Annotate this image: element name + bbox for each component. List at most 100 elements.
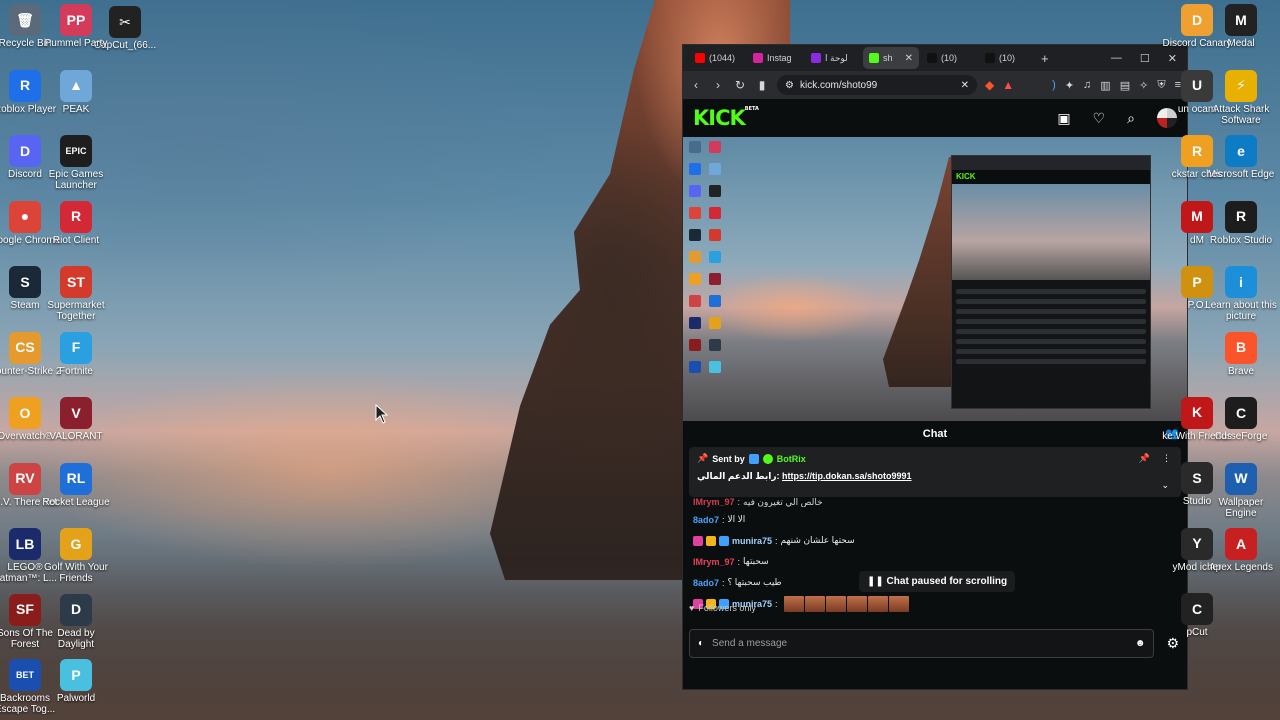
epic-games-launcher-icon: EPIC bbox=[60, 135, 92, 167]
pummel-party-icon: PP bbox=[60, 4, 92, 36]
chat-username[interactable]: 8ado7 bbox=[693, 515, 719, 525]
desktop-icon-riot-client[interactable]: R Riot Client bbox=[39, 200, 113, 257]
desktop-icon-golf-with-your-friends[interactable]: G Golf With Your Friends bbox=[39, 528, 113, 584]
ymod-icher-icon: Y bbox=[1181, 527, 1213, 560]
extensions-icon[interactable]: ✦ bbox=[1065, 79, 1074, 92]
pinned-bot-name[interactable]: BotRix bbox=[777, 454, 806, 464]
sons-of-the-forest-icon: SF bbox=[9, 593, 41, 626]
desktop-icon-studio[interactable]: S Studio bbox=[1160, 462, 1234, 518]
desktop-icon-supermarket-together[interactable]: ST Supermarket Together bbox=[39, 266, 113, 322]
desktop-icon-brave[interactable]: B Brave bbox=[1204, 331, 1278, 388]
site-info-icon[interactable]: ⚙ bbox=[785, 80, 794, 91]
desktop-icon-dm[interactable]: MdM bbox=[1160, 200, 1234, 257]
minimize-button[interactable]: — bbox=[1111, 52, 1122, 65]
tab-favicon-icon bbox=[927, 53, 937, 63]
chat-message[interactable]: munira75: bbox=[693, 593, 1177, 614]
chat-username[interactable]: munira75 bbox=[732, 536, 772, 546]
chat-message[interactable]: IMrym_97: خالص الي تغيرون فيه bbox=[693, 497, 1177, 509]
tab-0[interactable]: (1044) bbox=[689, 47, 745, 69]
desktop-icon-pummel-party[interactable]: PP Pummel Party bbox=[39, 4, 113, 60]
desktop-icon-un-ocam[interactable]: Uun ocam bbox=[1160, 69, 1234, 126]
following-icon[interactable]: ▣ bbox=[1057, 110, 1070, 127]
tab-label: (10) bbox=[999, 53, 1016, 63]
pinned-message[interactable]: 📌 Sent by BotRix رابط الدعم المالي: http… bbox=[689, 447, 1181, 497]
chat-username[interactable]: 8ado7 bbox=[693, 578, 719, 588]
roblox-player-icon: R bbox=[9, 69, 41, 102]
bookmark-icon[interactable]: ▮ bbox=[755, 78, 769, 92]
desktop-icon-fortnite[interactable]: F Fortnite bbox=[39, 331, 113, 388]
tab-4[interactable]: (10) bbox=[921, 47, 977, 69]
valorant-icon: V bbox=[60, 397, 92, 429]
palworld-icon: P bbox=[60, 659, 92, 691]
chat-input[interactable]: ◐ Send a message ☻ bbox=[689, 629, 1155, 658]
back-button[interactable]: ‹ bbox=[689, 78, 703, 92]
peak-icon: ▲ bbox=[60, 69, 92, 102]
chat-header: Chat 👥 bbox=[683, 421, 1187, 447]
chat-message[interactable]: 8ado7: الا الا bbox=[693, 509, 1177, 530]
mute-icon[interactable]: ✕ bbox=[961, 80, 969, 91]
chat-paused-banner[interactable]: ❚❚ Chat paused for scrolling bbox=[859, 571, 1016, 592]
chat-identity-icon[interactable]: ◐ bbox=[698, 638, 704, 649]
tab-2[interactable]: لوحة ا bbox=[805, 47, 861, 69]
ke-with-friends-icon: K bbox=[1181, 396, 1213, 429]
leo-icon[interactable]: ✧ bbox=[1139, 79, 1148, 92]
chat-username[interactable]: IMrym_97 bbox=[693, 557, 735, 567]
ckstar-ches-icon: R bbox=[1181, 135, 1213, 167]
close-tab-icon[interactable]: ✕ bbox=[905, 53, 913, 64]
user-badge-icon bbox=[719, 535, 729, 546]
search-icon[interactable]: ⌕ bbox=[1127, 110, 1135, 127]
emote-icon bbox=[846, 595, 867, 612]
desktop-icon-discord-canary[interactable]: D Discord Canary bbox=[1160, 4, 1234, 60]
r-v-there-yet-icon: RV bbox=[9, 462, 41, 495]
chat-message[interactable]: munira75: سحتها علشان شنهم bbox=[693, 530, 1177, 551]
unpin-icon[interactable]: 📌 bbox=[1139, 453, 1150, 464]
chat-messages: IMrym_97: خالص الي تغيرون فيه 8ado7: الا ال… bbox=[683, 497, 1187, 614]
desktop-icon-valorant[interactable]: V VALORANT bbox=[39, 397, 113, 453]
chat-username[interactable]: IMrym_97 bbox=[693, 497, 735, 507]
desktop-icon-epic-games-launcher[interactable]: EPIC Epic Games Launcher bbox=[39, 135, 113, 191]
desktop-icon-ckstar-ches[interactable]: Rckstar ches bbox=[1160, 135, 1234, 191]
tab-label: Instag bbox=[767, 53, 792, 63]
audio-icon[interactable]: ) bbox=[1052, 79, 1056, 92]
address-bar[interactable]: ⚙ kick.com/shoto99 ✕ bbox=[777, 75, 977, 95]
chat-message[interactable]: IMrym_97: سحبتها bbox=[693, 551, 1177, 572]
google-chrome-icon: ● bbox=[9, 200, 41, 233]
tab-3[interactable]: sh ✕ bbox=[863, 47, 919, 69]
desktop-icon-peak[interactable]: ▲ PEAK bbox=[39, 69, 113, 126]
forward-button[interactable]: › bbox=[711, 78, 725, 92]
tab-favicon-icon bbox=[985, 53, 995, 63]
bot-badge-icon bbox=[748, 453, 759, 464]
nav-bar: ‹ › ↻ ▮ ⚙ kick.com/shoto99 ✕ ◆ ▲ ) ✦ ♫ ▥… bbox=[683, 71, 1187, 99]
un-ocam-icon: U bbox=[1181, 69, 1213, 102]
music-icon[interactable]: ♫ bbox=[1083, 79, 1091, 92]
stream-video[interactable]: KICK bbox=[683, 137, 1187, 421]
emoji-icon[interactable]: ☻ bbox=[1135, 638, 1146, 649]
supermarket-together-icon: ST bbox=[60, 266, 92, 298]
pinned-sent-by: Sent by bbox=[712, 453, 745, 464]
user-badge-icon bbox=[706, 535, 716, 546]
new-tab-button[interactable]: + bbox=[1041, 51, 1049, 66]
desktop-icon-ymod-icher[interactable]: YyMod icher bbox=[1160, 527, 1234, 584]
desktop-icon-ke-with-friends[interactable]: Kke With Friends bbox=[1160, 396, 1234, 453]
kick-logo[interactable]: KICKBETA bbox=[693, 106, 759, 130]
tab-1[interactable]: Instag bbox=[747, 47, 803, 69]
overwatch-icon: O bbox=[9, 397, 41, 429]
desktop-icon-pcut[interactable]: CpCut bbox=[1160, 593, 1234, 649]
desktop-icon-palworld[interactable]: P Palworld bbox=[39, 659, 113, 715]
sidebar-icon[interactable]: ▥ bbox=[1100, 79, 1110, 92]
desktop-icon-p-o[interactable]: P P.O. bbox=[1160, 266, 1234, 322]
heart-icon[interactable]: ♡ bbox=[1093, 110, 1106, 127]
brave-shield-icon[interactable]: ◆ bbox=[985, 78, 994, 92]
chat-text: سحبتها bbox=[743, 556, 769, 566]
tab-5[interactable]: (10) bbox=[979, 47, 1035, 69]
desktop-icon-dead-by-daylight[interactable]: D Dead by Daylight bbox=[39, 593, 113, 650]
chat-title: Chat bbox=[922, 428, 948, 440]
maximize-button[interactable]: ☐ bbox=[1140, 52, 1150, 65]
pinned-link[interactable]: https://tip.dokan.sa/shoto9991 bbox=[782, 471, 912, 481]
wallet-icon[interactable]: ▤ bbox=[1120, 79, 1130, 92]
lego-batman-l-icon: LB bbox=[9, 528, 41, 560]
emote-icon bbox=[783, 595, 804, 612]
reload-icon[interactable]: ↻ bbox=[733, 78, 747, 92]
brave-rewards-icon[interactable]: ▲ bbox=[1002, 78, 1014, 92]
desktop-icon-rocket-league[interactable]: RL Rocket League bbox=[39, 462, 113, 519]
